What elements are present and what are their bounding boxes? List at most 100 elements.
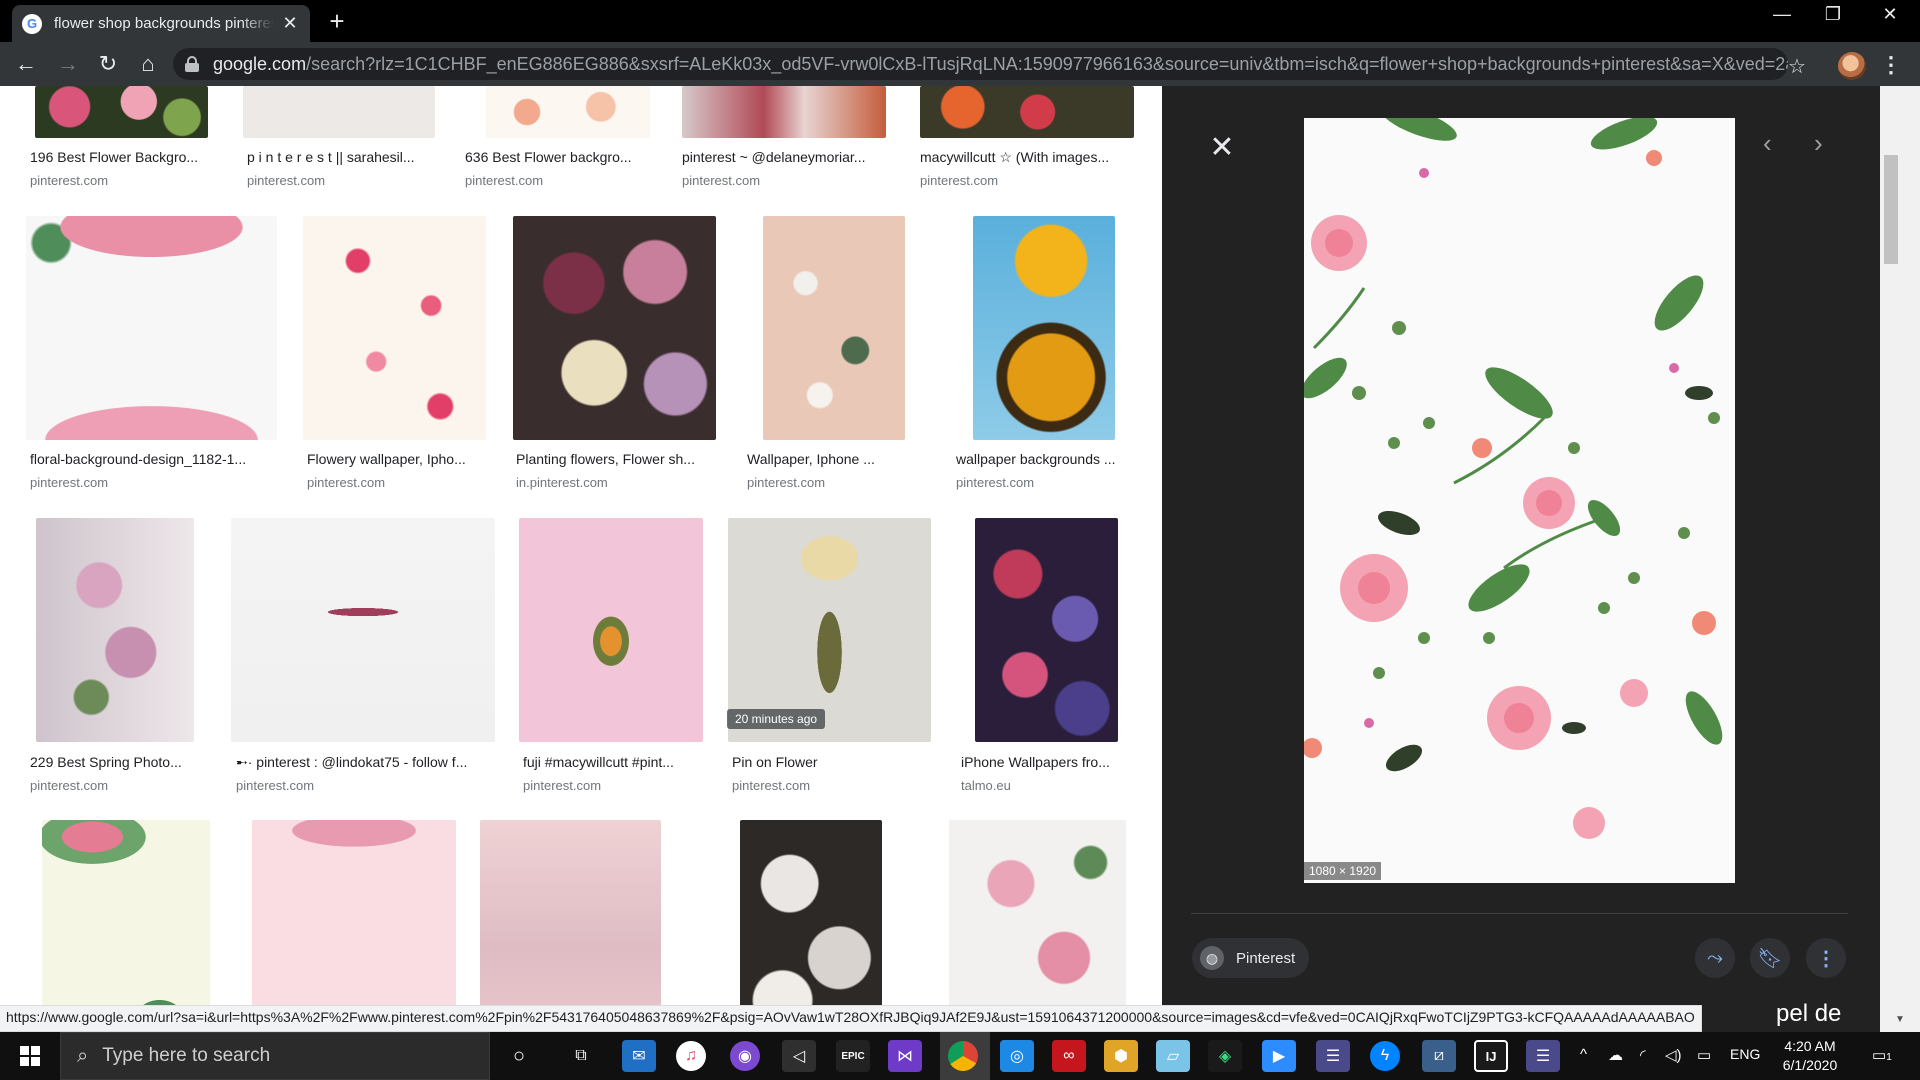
result-source[interactable]: pinterest.com [307, 475, 385, 490]
itunes-icon[interactable]: ♫ [676, 1041, 706, 1071]
windows-start-button[interactable] [0, 1032, 60, 1080]
result-thumbnail[interactable] [763, 216, 905, 440]
podcast-app-icon[interactable]: ◉ [730, 1041, 760, 1071]
result-thumbnail[interactable] [513, 216, 716, 440]
result-source[interactable]: pinterest.com [465, 173, 543, 188]
result-caption[interactable]: iPhone Wallpapers fro... [961, 754, 1131, 770]
next-image-icon[interactable]: › [1814, 128, 1823, 159]
chrome-menu-icon[interactable]: ⋮ [1880, 52, 1902, 78]
result-thumbnail[interactable] [973, 216, 1115, 440]
result-caption[interactable]: ➸· pinterest : @lindokat75 - follow f... [236, 754, 496, 771]
screenshot-tool-icon[interactable]: ◎ [1000, 1040, 1034, 1072]
result-caption[interactable]: 196 Best Flower Backgro... [30, 149, 215, 165]
restore-button[interactable]: ❐ [1813, 4, 1853, 25]
more-options-button[interactable]: ⋮ [1806, 938, 1846, 978]
result-caption[interactable]: Pin on Flower [732, 754, 927, 770]
home-button[interactable]: ⌂ [132, 48, 164, 80]
eclipse-ide-icon[interactable]: ☰ [1526, 1040, 1560, 1072]
unity-icon[interactable]: ◁ [782, 1040, 816, 1072]
share-button[interactable]: ⤳ [1695, 938, 1735, 978]
result-thumbnail[interactable] [480, 820, 661, 1032]
result-source[interactable]: in.pinterest.com [516, 475, 608, 490]
back-button[interactable]: ← [10, 48, 42, 80]
network-tool-icon[interactable]: ⧄ [1422, 1040, 1456, 1072]
result-caption[interactable]: Wallpaper, Iphone ... [747, 451, 892, 467]
cortana-icon[interactable]: ○ [502, 1040, 536, 1072]
mail-icon[interactable]: ✉ [622, 1040, 656, 1072]
address-bar[interactable]: google.com/search?rlz=1C1CHBF_enEG886EG8… [173, 48, 1788, 80]
result-thumbnail[interactable] [231, 518, 495, 742]
save-bookmark-button[interactable]: 🔖︎ [1750, 938, 1790, 978]
forward-button[interactable]: → [52, 48, 84, 80]
result-source[interactable]: pinterest.com [30, 475, 108, 490]
result-caption[interactable]: fuji #macywillcutt #pint... [523, 754, 703, 770]
close-preview-icon[interactable]: ✕ [1207, 130, 1237, 165]
scrollbar-thumb[interactable] [1884, 155, 1898, 264]
avatar[interactable] [1838, 52, 1866, 80]
result-thumbnail[interactable] [243, 86, 435, 138]
notification-center-icon[interactable]: ▭1 [1872, 1046, 1892, 1064]
result-source[interactable]: pinterest.com [920, 173, 998, 188]
result-caption[interactable]: floral-background-design_1182-1... [30, 451, 275, 467]
result-thumbnail[interactable] [36, 518, 194, 742]
result-caption[interactable]: wallpaper backgrounds ... [956, 451, 1136, 467]
result-thumbnail[interactable] [42, 820, 210, 1032]
result-thumbnail[interactable] [35, 86, 208, 138]
scroll-down-arrow-icon[interactable]: ▼ [1880, 1014, 1920, 1030]
result-caption[interactable]: pinterest ~ @delaneymoriar... [682, 149, 887, 165]
battery-icon[interactable]: ▭ [1697, 1046, 1711, 1064]
chrome-icon[interactable] [948, 1041, 978, 1071]
result-thumbnail[interactable] [252, 820, 456, 1032]
result-caption[interactable]: 229 Best Spring Photo... [30, 754, 200, 770]
zoom-icon[interactable]: ▶ [1262, 1040, 1296, 1072]
onedrive-icon[interactable]: ☁ [1608, 1046, 1623, 1064]
source-site-chip[interactable]: ◍ Pinterest [1192, 938, 1310, 978]
result-caption[interactable]: macywillcutt ☆ (With images... [920, 149, 1135, 166]
result-thumbnail[interactable] [975, 518, 1118, 742]
minimize-button[interactable]: — [1762, 4, 1802, 25]
result-source[interactable]: talmo.eu [961, 778, 1011, 793]
epic-games-icon[interactable]: EPIC [836, 1040, 870, 1072]
bookmark-star-icon[interactable]: ☆ [1788, 54, 1806, 79]
arduino-icon[interactable]: ∞ [1052, 1040, 1086, 1072]
eclipse-icon[interactable]: ☰ [1316, 1040, 1350, 1072]
intellij-icon[interactable]: IJ [1474, 1040, 1508, 1072]
result-caption[interactable]: p i n t e r e s t || sarahesil... [247, 149, 432, 165]
notepad-app-icon[interactable]: ▱ [1156, 1040, 1190, 1072]
result-source[interactable]: pinterest.com [236, 778, 314, 793]
blender-icon[interactable]: ⬢ [1104, 1040, 1138, 1072]
messenger-icon[interactable]: ϟ [1370, 1041, 1400, 1071]
browser-tab[interactable]: G flower shop backgrounds pinterest ✕ [12, 5, 310, 42]
wifi-icon[interactable]: ◜ [1640, 1046, 1646, 1064]
result-thumbnail[interactable] [682, 86, 886, 138]
result-source[interactable]: pinterest.com [747, 475, 825, 490]
show-hidden-icons-chevron-icon[interactable]: ^ [1580, 1046, 1587, 1063]
result-source[interactable]: pinterest.com [30, 173, 108, 188]
close-tab-icon[interactable]: ✕ [280, 13, 300, 34]
system-clock[interactable]: 4:20 AM 6/1/2020 [1770, 1037, 1850, 1075]
previous-image-icon[interactable]: ‹ [1763, 128, 1772, 159]
task-view-icon[interactable]: ⧉ [564, 1040, 598, 1072]
reload-button[interactable]: ↻ [92, 48, 124, 80]
result-thumbnail[interactable] [920, 86, 1134, 138]
result-source[interactable]: pinterest.com [682, 173, 760, 188]
result-source[interactable]: pinterest.com [30, 778, 108, 793]
preview-image[interactable] [1304, 118, 1735, 883]
result-source[interactable]: pinterest.com [732, 778, 810, 793]
visual-studio-icon[interactable]: ⋈ [888, 1040, 922, 1072]
result-thumbnail[interactable] [486, 86, 650, 138]
result-thumbnail[interactable] [949, 820, 1126, 1032]
result-caption[interactable]: Flowery wallpaper, Ipho... [307, 451, 485, 467]
result-thumbnail[interactable] [519, 518, 703, 742]
result-source[interactable]: pinterest.com [247, 173, 325, 188]
result-thumbnail[interactable] [303, 216, 486, 440]
result-source[interactable]: pinterest.com [956, 475, 1034, 490]
result-source[interactable]: pinterest.com [523, 778, 601, 793]
taskbar-search-box[interactable]: ⌕ Type here to search [60, 1032, 490, 1080]
close-window-button[interactable]: ✕ [1870, 4, 1910, 25]
language-indicator[interactable]: ENG [1730, 1046, 1760, 1062]
new-tab-button[interactable]: + [322, 6, 352, 37]
result-thumbnail[interactable] [26, 216, 277, 440]
volume-icon[interactable]: ◁) [1665, 1046, 1682, 1064]
result-caption[interactable]: 636 Best Flower backgro... [465, 149, 650, 165]
